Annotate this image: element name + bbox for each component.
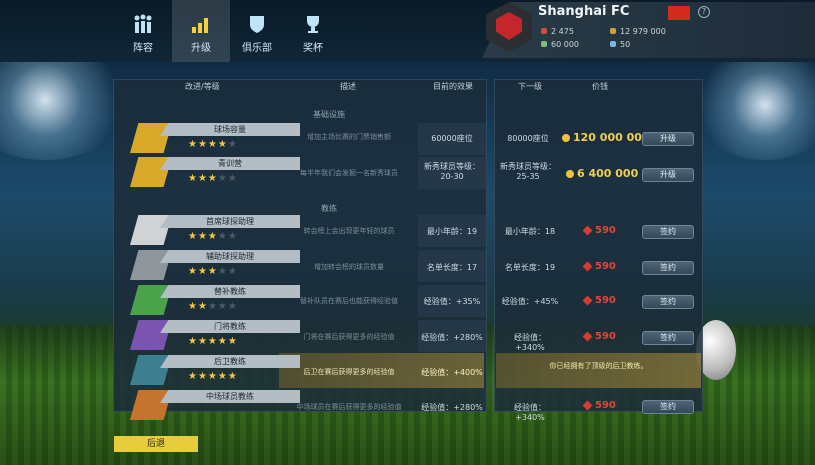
- nav-label: 升级: [191, 43, 211, 54]
- price-coins: 120 000 000: [562, 131, 650, 144]
- row-description: 替补队员在赛后也能获得经验值: [300, 297, 398, 305]
- star-rating: ★★★★★: [188, 231, 238, 242]
- row-description: 中场球员在赛后获得更多的经验值: [296, 403, 402, 411]
- sign-button[interactable]: 签约: [642, 225, 694, 239]
- price-coins: 6 400 000: [566, 167, 638, 180]
- nav-club[interactable]: 俱乐部: [228, 0, 286, 62]
- upgrade-row-assistant-scout[interactable]: 辅助球探助理 ★★★★★: [130, 250, 300, 282]
- price-gems: 590: [582, 400, 616, 411]
- cash-stat: 60 000: [541, 40, 579, 49]
- price-gems: 590: [582, 225, 616, 236]
- china-flag-icon: [668, 6, 690, 20]
- gem-icon: [582, 225, 593, 235]
- row-description: 门将在赛后获得更多的经验值: [303, 333, 395, 341]
- current-effect: 最小年龄：19: [426, 227, 478, 236]
- help-icon[interactable]: ?: [698, 6, 710, 18]
- star-rating: ★★★★★: [188, 336, 238, 347]
- squad-icon: [134, 14, 152, 33]
- nav-squad[interactable]: 阵容: [114, 0, 172, 62]
- upgrade-row-goalkeeper-coach[interactable]: 门将教练 ★★★★★: [130, 320, 300, 352]
- sign-button[interactable]: 签约: [642, 261, 694, 275]
- next-effect: 新秀球员等级：25-35: [500, 162, 556, 181]
- sign-button[interactable]: 签约: [642, 331, 694, 345]
- gem-icon: [582, 295, 593, 305]
- current-effect: 经验值：+35%: [423, 297, 481, 306]
- chart-icon: [192, 18, 208, 33]
- next-effect: 80000座位: [507, 134, 549, 143]
- upgrade-row-substitute-coach[interactable]: 替补教练 ★★★★★: [130, 285, 300, 317]
- star-rating: ★★★★★: [188, 301, 238, 312]
- nav-label: 阵容: [133, 43, 153, 54]
- players-stat: 50: [610, 40, 630, 49]
- current-effect: 经验值：+280%: [421, 403, 483, 412]
- price-gems: 590: [582, 331, 616, 342]
- coins-stat: 12 979 000: [610, 27, 666, 36]
- header-current: 目前的效果: [433, 82, 473, 91]
- sign-button[interactable]: 签约: [642, 400, 694, 414]
- coin-icon: [610, 28, 616, 34]
- upgrade-button[interactable]: 升级: [642, 168, 694, 182]
- back-button[interactable]: 后退: [114, 436, 198, 452]
- row-description: 转会榜上会出现更年轻的球员: [303, 227, 395, 235]
- nav-trophies[interactable]: 奖杯: [284, 0, 342, 62]
- cash-icon: [541, 41, 547, 47]
- gem-icon: [582, 331, 593, 341]
- nav-label: 奖杯: [303, 43, 323, 54]
- current-effect: 经验值：+280%: [421, 333, 483, 342]
- max-level-message: 你已经拥有了顶级的后卫教练。: [496, 353, 701, 388]
- coin-icon: [566, 170, 574, 178]
- row-description: 增加转会榜的球员数量: [314, 263, 384, 271]
- gem-icon: [582, 261, 593, 271]
- current-effect: 名单长度：17: [426, 263, 478, 272]
- trophy-icon: [307, 16, 319, 33]
- shield-icon: [250, 16, 264, 33]
- upgrade-row-defender-coach[interactable]: 后卫教练 ★★★★★: [130, 355, 300, 387]
- price-gems: 590: [582, 261, 616, 272]
- upgrade-button[interactable]: 升级: [642, 132, 694, 146]
- coin-icon: [562, 134, 570, 142]
- upgrade-row-chief-scout[interactable]: 首席球探助理 ★★★★★: [130, 215, 300, 247]
- club-name: Shanghai FC: [538, 4, 630, 19]
- upgrade-row-stadium[interactable]: 球场容量 ★★★★★: [130, 123, 300, 155]
- gem-icon: [582, 400, 593, 410]
- sign-button[interactable]: 签约: [642, 295, 694, 309]
- row-description: 增加主场比赛的门票销售额: [307, 133, 391, 141]
- fans-icon: [541, 28, 547, 34]
- star-rating: ★★★★★: [188, 371, 238, 382]
- nav-label: 俱乐部: [242, 43, 272, 54]
- price-gems: 590: [582, 295, 616, 306]
- current-effect: 新秀球员等级：20-30: [424, 162, 480, 181]
- upgrade-row-youth-academy[interactable]: 青训营 ★★★★★: [130, 157, 300, 189]
- next-effect: 名单长度：19: [504, 263, 556, 272]
- section-infrastructure: 基础设施: [313, 110, 345, 119]
- header-next: 下一级: [518, 82, 542, 91]
- row-description: 每半年我们会发掘一名新秀球员: [300, 169, 398, 177]
- next-effect: 最小年龄：18: [504, 227, 556, 236]
- section-coaches: 教练: [321, 204, 337, 213]
- next-effect: 经验值：+340%: [514, 403, 546, 422]
- current-effect: 经验值：+400%: [421, 368, 483, 377]
- star-rating: ★★★★★: [188, 173, 238, 184]
- next-effect: 经验值：+45%: [501, 297, 559, 306]
- fans-stat: 2 475: [541, 27, 574, 36]
- upgrade-row-midfield-coach[interactable]: 中场球员教练: [130, 390, 300, 422]
- current-effect: 60000座位: [431, 134, 473, 143]
- star-rating: ★★★★★: [188, 266, 238, 277]
- star-rating: ★★★★★: [188, 139, 238, 150]
- header-improve: 改进/等级: [185, 82, 220, 91]
- next-effect: 经验值：+340%: [514, 333, 546, 352]
- nav-upgrade[interactable]: 升级: [172, 0, 230, 62]
- jersey-icon: [610, 41, 616, 47]
- header-description: 描述: [340, 82, 356, 91]
- header-price: 价钱: [592, 82, 608, 91]
- row-description: 后卫在赛后获得更多的经验值: [303, 368, 395, 376]
